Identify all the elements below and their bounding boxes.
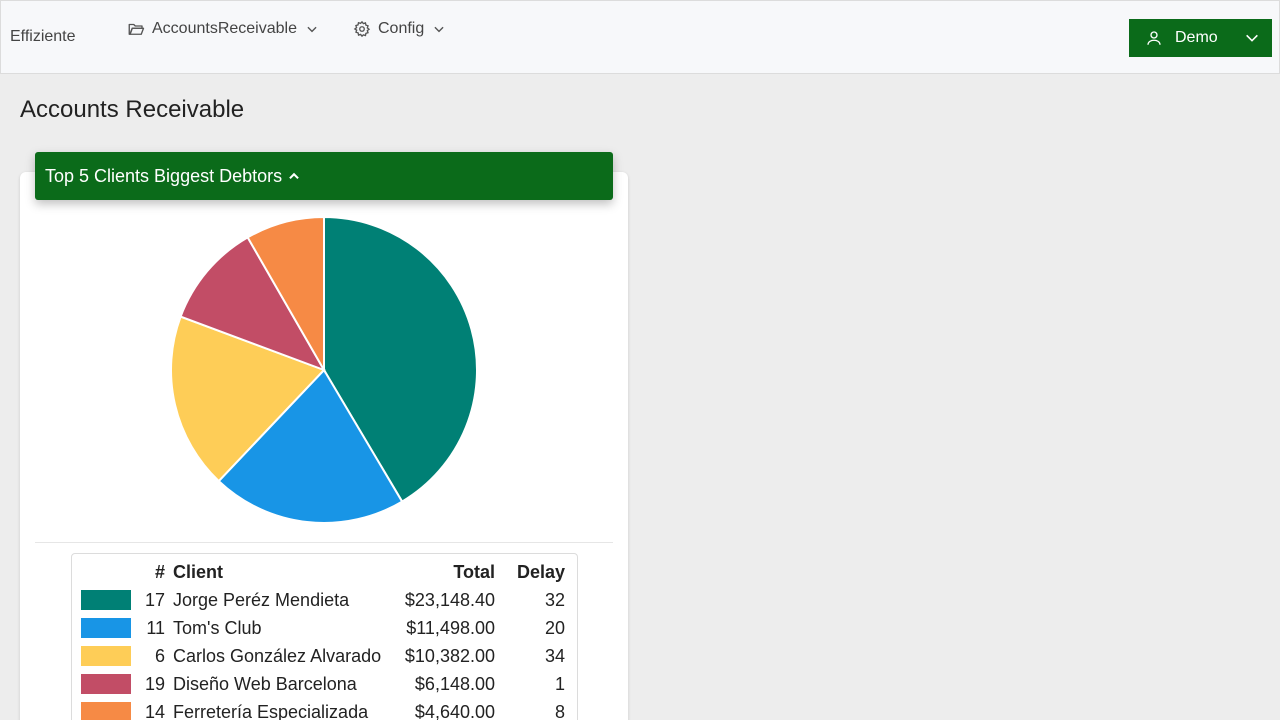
- menu-label: AccountsReceivable: [152, 20, 297, 37]
- row-client: Ferretería Especializada: [173, 701, 369, 720]
- legend-swatch: [81, 646, 131, 666]
- header-swatch: [79, 559, 135, 586]
- row-client: Tom's Club: [173, 617, 262, 638]
- row-delay: 34: [544, 645, 565, 666]
- legend-swatch: [81, 674, 131, 694]
- chevron-down-icon: [1244, 30, 1260, 46]
- header-id: #: [154, 562, 165, 582]
- chevron-down-icon: [432, 22, 446, 36]
- legend-swatch: [81, 590, 131, 610]
- row-total: $6,148.00: [414, 673, 495, 694]
- header-delay: Delay: [516, 562, 565, 582]
- chevron-up-icon: [287, 169, 301, 183]
- row-id: 17: [144, 589, 165, 610]
- legend-swatch: [81, 702, 131, 720]
- row-client: Jorge Peréz Mendieta: [173, 589, 350, 610]
- row-total: $10,382.00: [404, 645, 495, 666]
- row-id: 14: [144, 701, 165, 720]
- page-title: Accounts Receivable: [20, 96, 245, 123]
- card-title: Top 5 Clients Biggest Debtors: [45, 165, 283, 186]
- user-icon: [1145, 29, 1163, 47]
- table-row: 14 Ferretería Especializada $4,640.00 8: [79, 698, 567, 720]
- row-client: Diseño Web Barcelona: [173, 673, 357, 694]
- header-total: Total: [453, 562, 495, 582]
- row-total: $4,640.00: [414, 701, 495, 720]
- menu-label: Config: [378, 20, 425, 37]
- gear-icon: [353, 20, 371, 38]
- folder-open-icon: [127, 20, 145, 38]
- legend-swatch: [81, 618, 131, 638]
- row-client: Carlos González Alvarado: [173, 645, 382, 666]
- row-id: 19: [144, 673, 165, 694]
- row-id: 6: [154, 645, 165, 666]
- table-row: 6 Carlos González Alvarado $10,382.00 34: [79, 642, 567, 670]
- top-navbar: Effiziente AccountsReceivable Config Dem…: [0, 0, 1280, 74]
- table-row: 17 Jorge Peréz Mendieta $23,148.40 32: [79, 586, 567, 614]
- table-header-row: # Client Total Delay: [79, 559, 567, 586]
- card-header-toggle[interactable]: Top 5 Clients Biggest Debtors: [35, 152, 613, 200]
- table-row: 19 Diseño Web Barcelona $6,148.00 1: [79, 670, 567, 698]
- row-id: 11: [146, 617, 165, 638]
- debtors-table: # Client Total Delay 17 Jorge Peréz Mend…: [71, 553, 578, 720]
- row-delay: 1: [554, 673, 565, 694]
- header-client: Client: [173, 562, 224, 582]
- menu-config[interactable]: Config: [353, 20, 446, 38]
- brand-name[interactable]: Effiziente: [10, 28, 76, 46]
- row-total: $11,498.00: [406, 617, 495, 638]
- chevron-down-icon: [305, 22, 319, 36]
- table-row: 11 Tom's Club $11,498.00 20: [79, 614, 567, 642]
- row-delay: 8: [554, 701, 565, 720]
- user-menu-button[interactable]: Demo: [1129, 19, 1272, 57]
- menu-accounts-receivable[interactable]: AccountsReceivable: [127, 20, 319, 38]
- row-delay: 32: [544, 589, 565, 610]
- divider: [35, 542, 613, 543]
- user-name: Demo: [1175, 29, 1218, 46]
- row-delay: 20: [544, 617, 565, 638]
- debtors-pie-chart: [170, 216, 478, 524]
- row-total: $23,148.40: [404, 589, 495, 610]
